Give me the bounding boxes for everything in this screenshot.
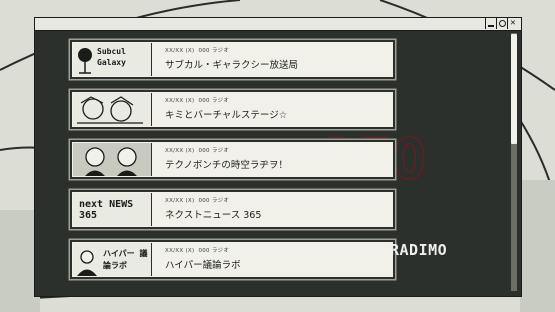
radio-app-window: ✕ DIO Subcul Galaxy XX/XX (X)000 ラジオ サブカ…	[34, 17, 522, 297]
radimo-logo: RADIMO	[390, 241, 448, 259]
station-time: 000 ラジオ	[198, 48, 230, 54]
station-date: XX/XX (X)	[165, 98, 195, 104]
thumbnail-text: ハイパー 議論ラボ	[103, 249, 148, 270]
station-time: 000 ラジオ	[198, 98, 230, 104]
station-date: XX/XX (X)	[165, 198, 195, 204]
station-thumbnail: ハイパー 議論ラボ	[73, 243, 152, 276]
thumbnail-text: next NEWS 365	[79, 199, 134, 221]
maximize-button[interactable]	[496, 18, 507, 29]
station-title: ネクストニュース 365	[165, 210, 262, 221]
station-date: XX/XX (X)	[165, 48, 195, 54]
station-date: XX/XX (X)	[165, 248, 195, 254]
station-date: XX/XX (X)	[165, 148, 195, 154]
station-item[interactable]: ハイパー 議論ラボ XX/XX (X) 000 ラジオ ハイパー議論ラボ	[70, 240, 395, 279]
minimize-button[interactable]	[485, 18, 496, 29]
thumbnail-text: Subcul Galaxy	[97, 47, 126, 67]
station-item[interactable]: next NEWS 365 XX/XX (X) 000 ラジオ ネクストニュース …	[70, 190, 395, 229]
station-thumbnail	[73, 93, 152, 126]
station-title: サブカル・ギャラクシー放送局	[165, 60, 299, 71]
station-meta: XX/XX (X) 000 ラジオ	[165, 246, 233, 254]
station-meta: XX/XX (X) 000 ラジオ	[165, 46, 233, 54]
station-thumbnail: next NEWS 365	[73, 193, 152, 226]
title-bar: ✕	[35, 18, 521, 31]
station-meta: XX/XX (X) 000 ラジオ	[165, 196, 233, 204]
station-meta: XX/XX (X) 000 ラジオ	[165, 146, 233, 154]
station-thumbnail	[73, 143, 152, 176]
station-item[interactable]: XX/XX (X) 000 ラジオ テクノボンチの時空ラヂヲ！	[70, 140, 395, 179]
station-item[interactable]: Subcul Galaxy XX/XX (X) 000 ラジオ サブカル・ギャラク…	[70, 40, 395, 79]
station-thumbnail: Subcul Galaxy	[73, 43, 152, 76]
station-item[interactable]: XX/XX (X) 000 ラジオ キミとバーチャルステージ☆	[70, 90, 395, 129]
station-title: ハイパー議論ラボ	[165, 260, 241, 271]
station-title: テクノボンチの時空ラヂヲ！	[165, 160, 288, 171]
station-title: キミとバーチャルステージ☆	[165, 110, 288, 121]
station-time: 000 ラジオ	[198, 198, 230, 204]
two-hosts-icon	[73, 143, 151, 176]
scrollbar-thumb[interactable]	[511, 34, 517, 144]
station-time: 000 ラジオ	[198, 248, 230, 254]
close-button[interactable]: ✕	[507, 18, 518, 29]
station-meta: XX/XX (X) 000 ラジオ	[165, 96, 233, 104]
characters-icon	[77, 96, 143, 124]
station-time: 000 ラジオ	[198, 148, 230, 154]
